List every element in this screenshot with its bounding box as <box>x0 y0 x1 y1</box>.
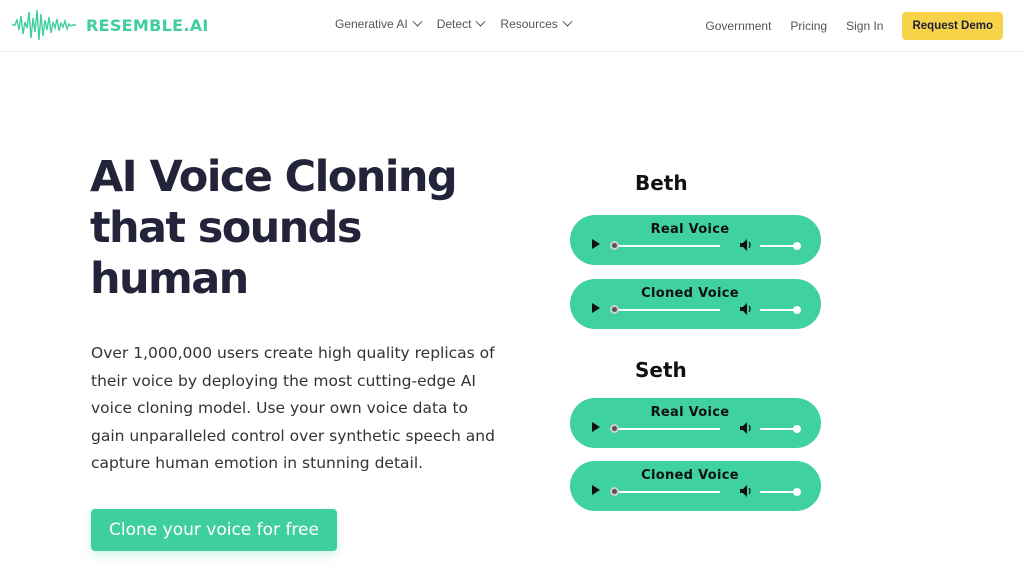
progress-slider[interactable] <box>612 428 720 430</box>
progress-slider[interactable] <box>612 309 720 311</box>
play-icon[interactable] <box>592 239 600 249</box>
chevron-down-icon <box>562 16 573 27</box>
speaker-name-seth: Seth <box>635 358 687 382</box>
hero-description: Over 1,000,000 users create high quality… <box>91 344 495 472</box>
brand-logo[interactable]: RESEMBLE.AI <box>12 8 209 42</box>
brand-name: RESEMBLE.AI <box>86 15 209 35</box>
audio-player-seth-cloned: Cloned Voice <box>570 461 821 511</box>
progress-slider[interactable] <box>612 491 720 493</box>
hero-title: AI Voice Cloning that sounds human <box>90 152 510 305</box>
menu-item-label: Detect <box>436 17 472 31</box>
volume-knob[interactable] <box>793 306 801 314</box>
hero-title-line: that sounds <box>90 203 362 253</box>
hero-title-line: human <box>90 254 249 304</box>
sign-in-link[interactable]: Sign In <box>846 19 883 33</box>
volume-knob[interactable] <box>793 425 801 433</box>
menu-item-resources[interactable]: Resources <box>500 16 573 31</box>
pricing-link[interactable]: Pricing <box>790 19 827 33</box>
audio-player-beth-cloned: Cloned Voice <box>570 279 821 329</box>
progress-knob[interactable] <box>610 487 619 496</box>
volume-icon[interactable] <box>740 485 752 497</box>
top-navigation: RESEMBLE.AI Generative AI Detect Resourc… <box>0 0 1024 52</box>
play-icon[interactable] <box>592 422 600 432</box>
progress-slider[interactable] <box>612 245 720 247</box>
volume-icon[interactable] <box>740 239 752 251</box>
waveform-logo-icon <box>12 9 76 41</box>
play-icon[interactable] <box>592 303 600 313</box>
play-icon[interactable] <box>592 485 600 495</box>
hero-title-line: AI Voice Cloning <box>90 152 458 202</box>
audio-player-beth-real: Real Voice <box>570 215 821 265</box>
volume-icon[interactable] <box>740 422 752 434</box>
audio-player-label: Real Voice <box>650 405 730 420</box>
government-link[interactable]: Government <box>705 19 771 33</box>
menu-item-label: Generative AI <box>335 17 408 31</box>
audio-player-seth-real: Real Voice <box>570 398 821 448</box>
progress-knob[interactable] <box>610 424 619 433</box>
audio-player-label: Cloned Voice <box>641 286 739 301</box>
menu-item-detect[interactable]: Detect <box>436 16 486 31</box>
menu-item-generative-ai[interactable]: Generative AI <box>335 16 423 31</box>
audio-player-label: Real Voice <box>650 222 730 237</box>
volume-icon[interactable] <box>740 303 752 315</box>
progress-knob[interactable] <box>610 241 619 250</box>
main-menu: Generative AI Detect Resources <box>335 16 587 31</box>
progress-knob[interactable] <box>610 305 619 314</box>
request-demo-button[interactable]: Request Demo <box>902 12 1003 40</box>
menu-item-label: Resources <box>500 17 558 31</box>
clone-voice-cta-button[interactable]: Clone your voice for free <box>91 509 337 551</box>
chevron-down-icon <box>475 16 486 27</box>
volume-knob[interactable] <box>793 488 801 496</box>
chevron-down-icon <box>412 16 423 27</box>
volume-knob[interactable] <box>793 242 801 250</box>
nav-right-group: Government Pricing Sign In Request Demo <box>705 0 1024 52</box>
speaker-name-beth: Beth <box>635 171 688 195</box>
audio-player-label: Cloned Voice <box>641 468 739 483</box>
